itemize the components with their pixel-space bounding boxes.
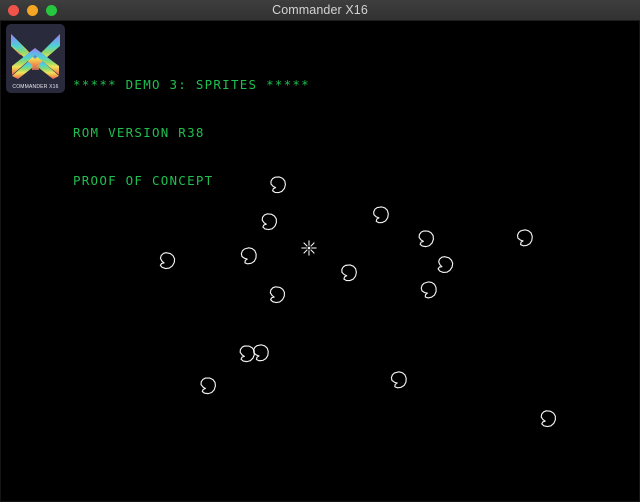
sprite-asteroid [516,229,533,247]
window-titlebar: Commander X16 [0,0,640,21]
sprite-asteroid [252,344,269,362]
sprite-starburst [301,240,317,256]
commander-x16-logo: COMMANDER X16 [6,24,65,93]
emulator-window: Commander X16 COMMANDER X16 ***** DEMO 3… [0,0,640,502]
sprite-asteroid [373,206,389,224]
console-line-1: ROM VERSION R38 [73,125,205,140]
sprite-asteroid [341,264,357,282]
logo-wordmark: COMMANDER X16 [12,84,59,90]
sprite-asteroid [261,213,277,231]
console-line-0: ***** DEMO 3: SPRITES ***** [73,77,310,92]
sprite-asteroid [200,377,216,395]
sprite-asteroid [269,286,286,304]
sprite-asteroid [420,281,437,299]
window-controls [8,5,57,16]
minimize-button[interactable] [27,5,38,16]
butterfly-logo-icon [11,34,60,79]
zoom-button[interactable] [46,5,57,16]
sprite-asteroid [418,230,434,248]
emulator-screen[interactable]: COMMANDER X16 ***** DEMO 3: SPRITES ****… [0,21,640,502]
sprite-asteroid [159,252,176,270]
sprite-asteroid [540,410,556,428]
sprite-asteroid [437,256,454,273]
window-title: Commander X16 [272,3,368,17]
sprite-asteroid [240,247,257,265]
sprite-asteroid [390,371,407,389]
sprite-asteroid [270,176,286,194]
close-button[interactable] [8,5,19,16]
